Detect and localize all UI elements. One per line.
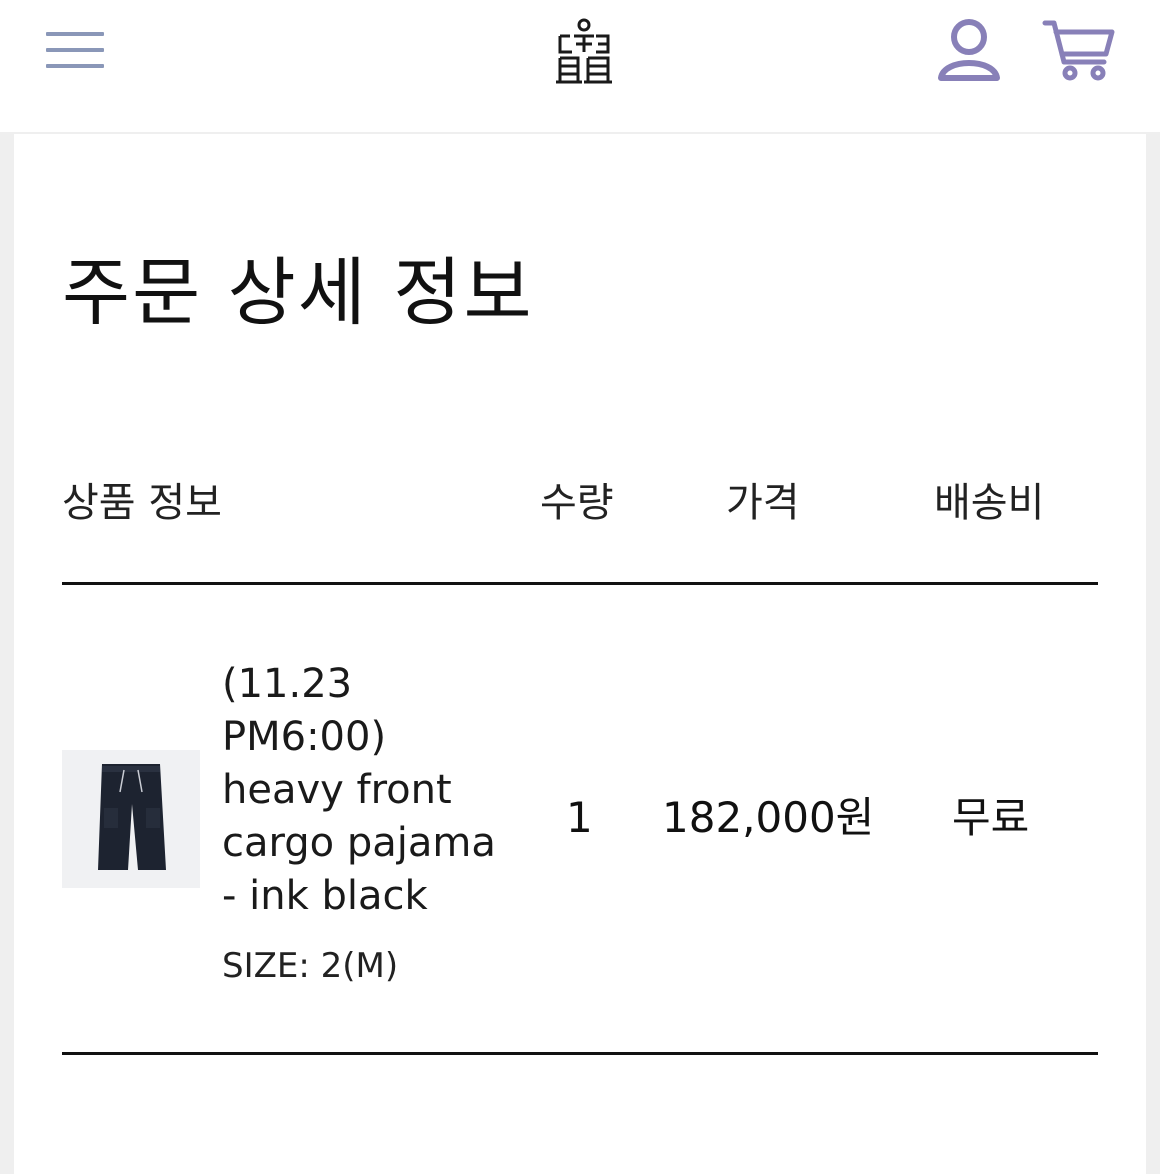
user-icon[interactable] xyxy=(936,18,1002,82)
column-header-shipping: 배송비 xyxy=(934,480,1045,526)
product-size-option: SIZE: 2(M) xyxy=(222,946,399,986)
table-header-divider xyxy=(62,582,1098,585)
order-detail-card: 주문 상세 정보 상품 정보 수량 가격 배송비 (11.23 PM6:00) … xyxy=(14,134,1146,1174)
brand-logo-icon[interactable] xyxy=(552,18,616,88)
product-name-link[interactable]: (11.23 PM6:00) heavy front cargo pajama … xyxy=(222,658,512,923)
product-price: 182,000원 xyxy=(662,793,875,842)
shipping-fee: 무료 xyxy=(952,793,1030,842)
column-header-price: 가격 xyxy=(726,480,800,526)
page-title: 주문 상세 정보 xyxy=(62,250,534,336)
product-quantity: 1 xyxy=(566,793,593,842)
hamburger-menu-icon[interactable] xyxy=(46,28,104,72)
top-navigation-bar xyxy=(0,0,1160,132)
column-header-quantity: 수량 xyxy=(540,480,614,526)
table-bottom-divider xyxy=(62,1052,1098,1055)
column-header-product: 상품 정보 xyxy=(62,480,222,526)
shopping-cart-icon[interactable] xyxy=(1042,18,1116,82)
product-thumbnail[interactable] xyxy=(62,750,200,888)
